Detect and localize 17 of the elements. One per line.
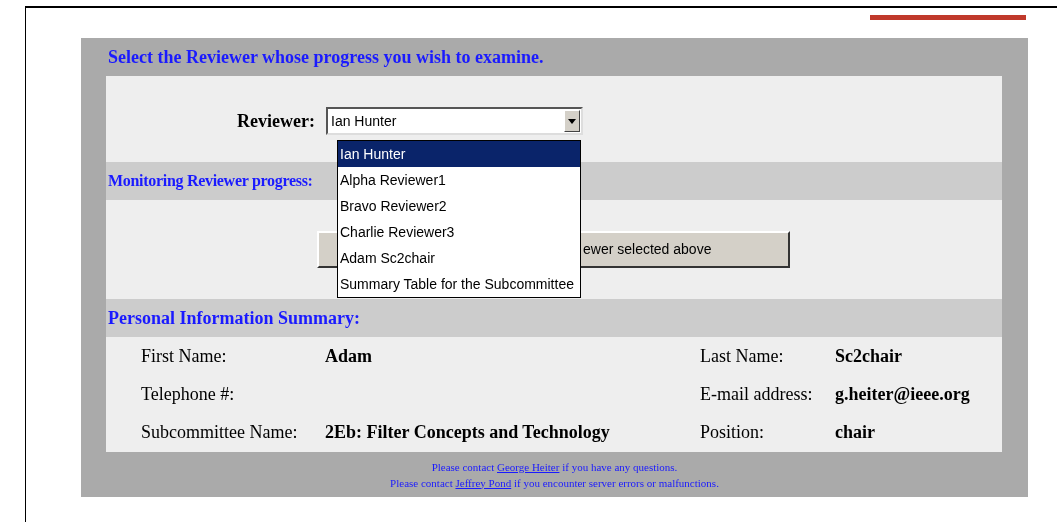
field-value: Sc2chair <box>835 346 902 366</box>
contact-note: Please contact George Heiter if you have any questions. <box>431 459 678 475</box>
field-label: E-mail address: <box>700 384 813 404</box>
field-label: Subcommittee Name: <box>141 422 298 442</box>
field-label: Last Name: <box>700 346 784 366</box>
field-label: Telephone #: <box>141 384 235 404</box>
field-label: First Name: <box>141 346 227 366</box>
field-value: Adam <box>325 346 372 366</box>
field-value: g.heiter@ieee.org <box>835 384 970 404</box>
contact-note: Please contact Jeffrey Pond if you encounter server errors or malfunctions. <box>390 475 719 491</box>
field-label: Reviewer: <box>236 110 316 133</box>
field-value: chair <box>835 422 875 442</box>
section-heading: Select the Reviewer whose progress you wish to examine. <box>108 45 544 69</box>
field-value: 2Eb: Filter Concepts and Technology <box>325 422 610 442</box>
section-heading: Monitoring Reviewer progress: <box>108 171 313 192</box>
section-heading: Personal Information Summary: <box>108 306 360 330</box>
field-label: Position: <box>700 422 765 442</box>
